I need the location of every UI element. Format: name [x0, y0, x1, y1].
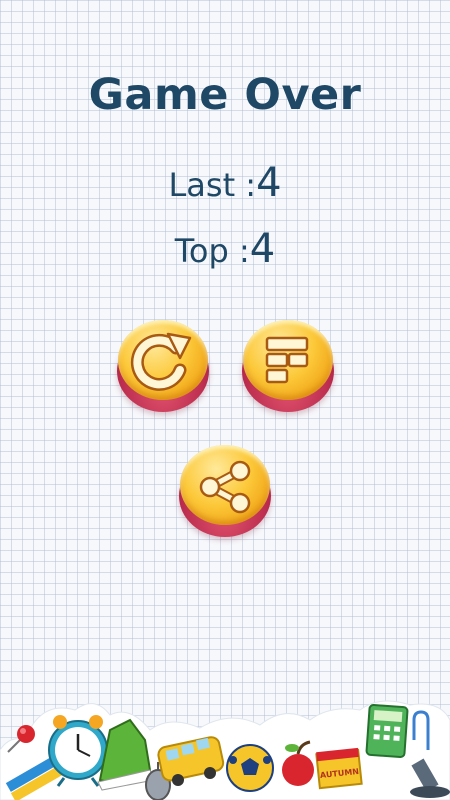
soccer-ball-icon: [226, 744, 274, 792]
leaderboard-button[interactable]: [240, 320, 336, 412]
replay-button[interactable]: [115, 320, 211, 412]
top-score-value: 4: [249, 226, 276, 272]
last-score-label: Last :: [168, 166, 257, 204]
leaderboard-icon: [265, 336, 309, 384]
top-score-row: Top :4: [0, 226, 450, 272]
last-score-row: Last :4: [0, 160, 450, 206]
share-button[interactable]: [177, 445, 273, 537]
school-supplies-decoration: AUTUMN: [0, 700, 450, 800]
top-score-label: Top :: [174, 232, 250, 270]
last-score-value: 4: [256, 160, 282, 206]
replay-arrow-icon: [130, 332, 192, 391]
share-icon: [199, 460, 251, 514]
game-over-title: Game Over: [88, 70, 362, 120]
calendar-icon: AUTUMN: [315, 747, 363, 790]
calculator-icon: [365, 704, 409, 758]
